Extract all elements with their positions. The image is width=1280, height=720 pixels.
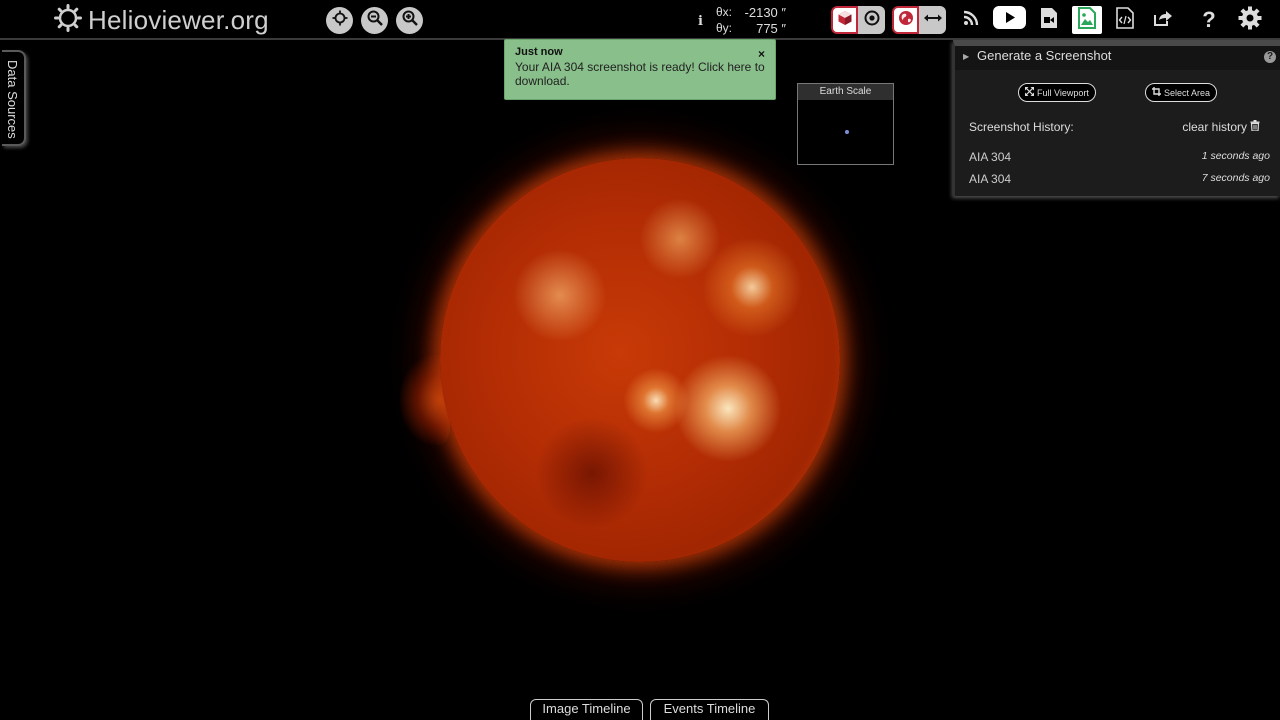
zoom-in-icon	[402, 10, 418, 31]
sun-logo-icon	[54, 3, 82, 37]
zoom-in-button[interactable]	[396, 7, 423, 34]
screenshot-panel: ▶ Generate a Screenshot ? Full Viewport …	[953, 40, 1280, 196]
events-timeline-tab[interactable]: Events Timeline	[650, 699, 769, 720]
notification-message[interactable]: Your AIA 304 screenshot is ready! Click …	[515, 60, 765, 88]
rss-icon	[963, 10, 979, 31]
view-3d-button[interactable]	[831, 6, 858, 34]
coord-x-row: θx: -2130 ″	[716, 5, 786, 20]
crop-icon	[1152, 87, 1161, 98]
arrows-horizontal-icon	[923, 11, 942, 29]
earth-scale-title: Earth Scale	[798, 84, 893, 100]
movie-icon	[1040, 7, 1058, 34]
info-icon[interactable]: i	[698, 14, 703, 29]
notification-title: Just now	[515, 46, 563, 58]
history-item-name[interactable]: AIA 304	[969, 150, 1011, 164]
earth-scale-box[interactable]: Earth Scale	[797, 83, 894, 165]
embed-button[interactable]	[1114, 6, 1136, 34]
trash-icon	[1250, 120, 1260, 134]
horizontal-view-button[interactable]	[919, 6, 946, 34]
logo[interactable]: Helioviewer.org	[54, 3, 269, 37]
clear-history-label: clear history	[1182, 120, 1247, 134]
coord-x-label: θx:	[716, 5, 733, 19]
help-icon: ?	[1202, 7, 1216, 32]
settings-button[interactable]	[1236, 6, 1264, 34]
history-item[interactable]: AIA 304 1 seconds ago	[969, 150, 1270, 164]
youtube-icon	[993, 6, 1026, 34]
image-timeline-tab[interactable]: Image Timeline	[530, 699, 643, 720]
projection-toggle	[892, 6, 948, 34]
embed-icon	[1116, 6, 1134, 34]
earth-dot-icon	[845, 130, 849, 134]
screenshot-icon	[1078, 6, 1096, 34]
sun-disk-image	[440, 158, 840, 562]
collapse-arrow-icon[interactable]: ▶	[963, 52, 969, 61]
history-item[interactable]: AIA 304 7 seconds ago	[969, 172, 1270, 186]
close-icon[interactable]: ×	[758, 47, 765, 61]
coord-y-value: 775 ″	[756, 21, 786, 36]
panel-header[interactable]: ▶ Generate a Screenshot ?	[955, 46, 1280, 70]
zoom-out-icon	[367, 10, 383, 31]
share-icon	[1153, 9, 1173, 32]
center-icon	[332, 10, 348, 31]
solar-image-viewport[interactable]	[370, 130, 890, 600]
center-button[interactable]	[326, 7, 353, 34]
coordinate-readout: i θx: -2130 ″ θy: 775 ″	[698, 4, 788, 38]
help-circle-icon[interactable]: ?	[1264, 51, 1276, 63]
data-sources-tab[interactable]: Data Sources	[2, 50, 26, 146]
help-button[interactable]: ?	[1198, 6, 1220, 34]
view-2d-button[interactable]	[858, 6, 885, 34]
screenshot-history-label: Screenshot History:	[969, 120, 1074, 134]
logo-text: Helioviewer.org	[88, 4, 269, 35]
panel-title: Generate a Screenshot	[977, 48, 1112, 63]
globe-icon	[898, 10, 914, 31]
coord-y-label: θy:	[716, 21, 733, 35]
zoom-out-button[interactable]	[361, 7, 388, 34]
coord-x-value: -2130 ″	[744, 5, 786, 20]
share-button[interactable]	[1151, 6, 1175, 34]
clear-history-button[interactable]: clear history	[1182, 120, 1260, 134]
data-sources-label: Data Sources	[5, 60, 20, 139]
select-area-label: Select Area	[1164, 87, 1211, 98]
header-bar: Helioviewer.org i θx: -2130 ″ θy: 775 ″	[0, 0, 1280, 40]
screenshot-ready-notification[interactable]: Just now Your AIA 304 screenshot is read…	[504, 39, 776, 100]
youtube-button[interactable]	[993, 6, 1026, 34]
coord-y-row: θy: 775 ″	[716, 21, 786, 36]
cube-3d-icon	[837, 10, 853, 31]
select-area-button[interactable]: Select Area	[1145, 83, 1218, 102]
full-viewport-button[interactable]: Full Viewport	[1018, 83, 1096, 102]
movie-button[interactable]	[1038, 6, 1060, 34]
target-icon	[864, 10, 880, 31]
history-item-time: 1 seconds ago	[1201, 150, 1270, 162]
history-item-time: 7 seconds ago	[1201, 172, 1270, 184]
full-viewport-label: Full Viewport	[1037, 87, 1089, 98]
globe-view-button[interactable]	[892, 6, 919, 34]
expand-icon	[1025, 87, 1034, 98]
settings-icon	[1238, 6, 1262, 35]
history-item-name[interactable]: AIA 304	[969, 172, 1011, 186]
rss-button[interactable]	[960, 6, 982, 34]
screenshot-button[interactable]	[1072, 6, 1102, 34]
view-mode-toggle	[831, 6, 887, 34]
